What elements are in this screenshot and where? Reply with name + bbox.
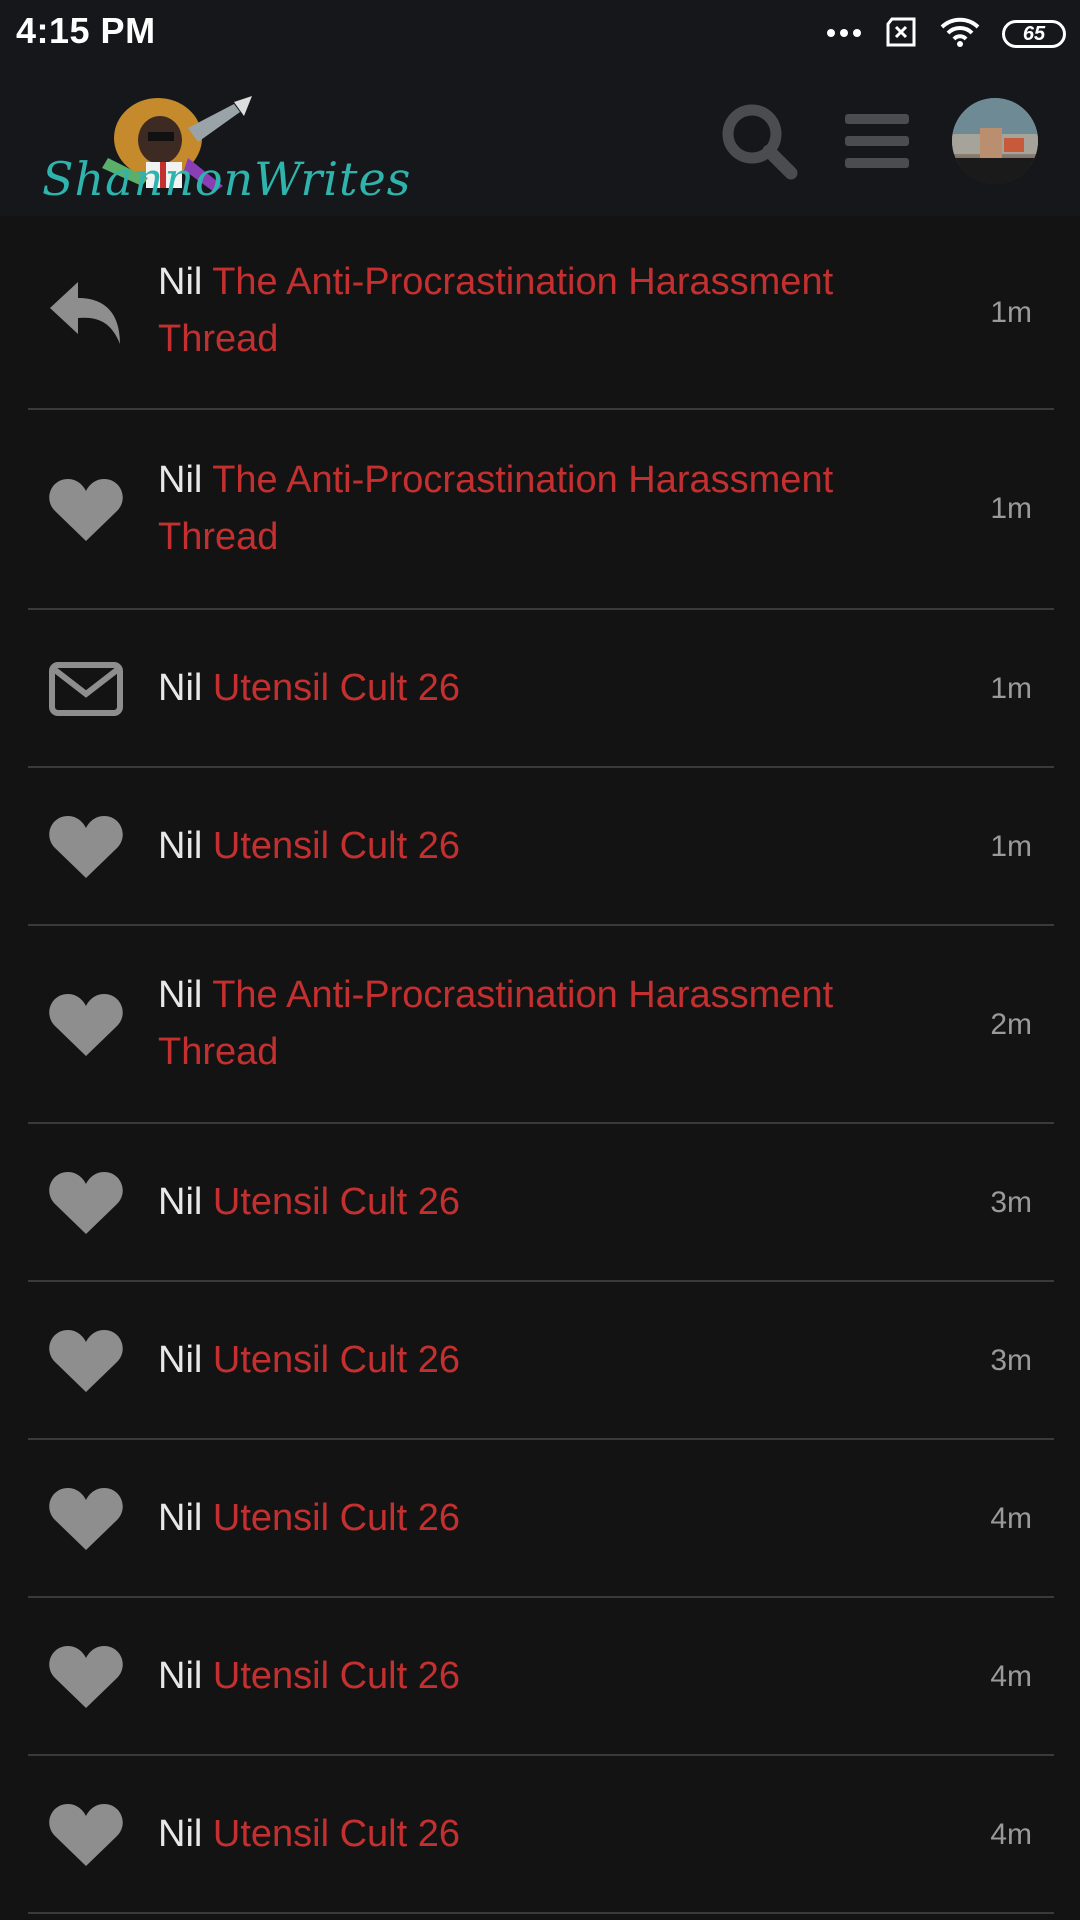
notification-text: Nil The Anti-Procrastination Harassment … — [158, 967, 938, 1081]
notification-user[interactable]: Nil — [158, 1813, 202, 1855]
notification-text: Nil Utensil Cult 26 — [158, 1806, 938, 1863]
notification-text: Nil Utensil Cult 26 — [158, 1174, 938, 1231]
notification-time: 1m — [990, 672, 1032, 705]
notification-user[interactable]: Nil — [158, 459, 202, 501]
notification-user[interactable]: Nil — [158, 1497, 202, 1539]
app-header: ShannonWrites — [0, 66, 1080, 216]
status-icons: 65 — [804, 14, 1066, 54]
heart-icon — [48, 1323, 124, 1399]
heart-icon — [48, 472, 124, 548]
notification-time: 3m — [990, 1344, 1032, 1377]
notification-text: Nil Utensil Cult 26 — [158, 1648, 938, 1705]
heart-icon — [48, 987, 124, 1063]
notification-row[interactable]: Nil The Anti-Procrastination Harassment … — [28, 216, 1054, 410]
search-button[interactable] — [716, 100, 802, 186]
notification-user[interactable]: Nil — [158, 974, 202, 1016]
sim-error-icon — [884, 17, 918, 52]
notification-title[interactable]: Utensil Cult 26 — [213, 1497, 460, 1539]
notification-row[interactable]: Nil Utensil Cult 26 1m — [28, 610, 1054, 768]
notification-title[interactable]: Utensil Cult 26 — [213, 667, 460, 709]
notification-title[interactable]: The Anti-Procrastination Harassment Thre… — [158, 459, 833, 558]
notification-row[interactable]: Nil Utensil Cult 26 3m — [28, 1124, 1054, 1282]
notification-user[interactable]: Nil — [158, 825, 202, 867]
notification-time: 2m — [990, 1008, 1032, 1041]
logo-text: ShannonWrites — [42, 152, 412, 206]
notification-text: Nil Utensil Cult 26 — [158, 1332, 938, 1389]
menu-button[interactable] — [834, 100, 920, 186]
notification-row[interactable]: Nil Utensil Cult 26 4m — [28, 1598, 1054, 1756]
notification-title[interactable]: Utensil Cult 26 — [213, 1339, 460, 1381]
reply-icon — [48, 275, 124, 351]
notification-user[interactable]: Nil — [158, 667, 202, 709]
notification-user[interactable]: Nil — [158, 1339, 202, 1381]
notification-title[interactable]: Utensil Cult 26 — [213, 1813, 460, 1855]
wifi-icon — [940, 16, 980, 53]
more-dots-icon — [826, 25, 862, 43]
notification-title[interactable]: The Anti-Procrastination Harassment Thre… — [158, 261, 833, 360]
notification-text: Nil The Anti-Procrastination Harassment … — [158, 254, 938, 368]
notification-row[interactable]: Nil Utensil Cult 26 4m — [28, 1440, 1054, 1598]
notification-title[interactable]: Utensil Cult 26 — [213, 825, 460, 867]
notification-time: 4m — [990, 1660, 1032, 1693]
notification-row[interactable]: Nil Utensil Cult 26 3m — [28, 1282, 1054, 1440]
notification-row[interactable]: Nil The Anti-Procrastination Harassment … — [28, 410, 1054, 610]
notification-time: 1m — [990, 296, 1032, 329]
envelope-icon — [48, 651, 124, 727]
site-logo[interactable]: ShannonWrites — [38, 88, 410, 206]
hamburger-menu-icon — [843, 111, 911, 176]
user-avatar[interactable] — [952, 98, 1038, 184]
notification-row[interactable]: Nil Utensil Cult 26 4m — [28, 1756, 1054, 1914]
notification-text: Nil Utensil Cult 26 — [158, 1490, 938, 1547]
battery-icon: 65 — [1002, 20, 1066, 48]
status-time: 4:15 PM — [16, 10, 156, 51]
notification-time: 1m — [990, 492, 1032, 525]
heart-icon — [48, 1481, 124, 1557]
heart-icon — [48, 1639, 124, 1715]
notification-user[interactable]: Nil — [158, 1655, 202, 1697]
heart-icon — [48, 1165, 124, 1241]
notification-title[interactable]: Utensil Cult 26 — [213, 1181, 460, 1223]
notification-time: 4m — [990, 1502, 1032, 1535]
notification-title[interactable]: The Anti-Procrastination Harassment Thre… — [158, 974, 833, 1073]
heart-icon — [48, 1797, 124, 1873]
status-bar: 4:15 PM 65 — [0, 0, 1080, 66]
heart-icon — [48, 809, 124, 885]
notification-time: 3m — [990, 1186, 1032, 1219]
notification-title[interactable]: Utensil Cult 26 — [213, 1655, 460, 1697]
notification-row[interactable]: Nil Utensil Cult 26 1m — [28, 768, 1054, 926]
notification-row[interactable]: Nil The Anti-Procrastination Harassment … — [28, 926, 1054, 1124]
notification-user[interactable]: Nil — [158, 261, 202, 303]
notification-time: 1m — [990, 830, 1032, 863]
notification-time: 4m — [990, 1818, 1032, 1851]
notification-text: Nil Utensil Cult 26 — [158, 818, 938, 875]
search-icon — [719, 101, 799, 186]
notification-user[interactable]: Nil — [158, 1181, 202, 1223]
notification-text: Nil Utensil Cult 26 — [158, 660, 938, 717]
notification-text: Nil The Anti-Procrastination Harassment … — [158, 452, 938, 566]
